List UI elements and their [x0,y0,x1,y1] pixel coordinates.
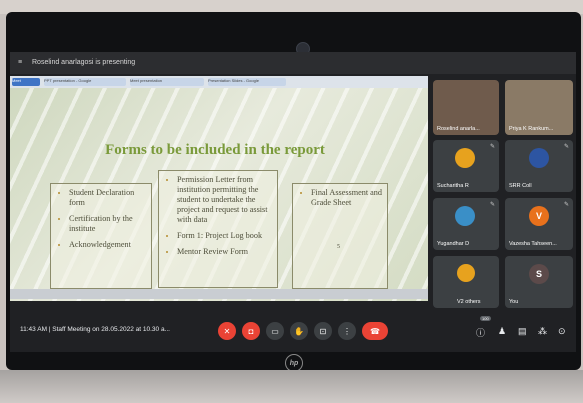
participant-name: SRR Coll [509,183,532,189]
list-item: Form 1: Project Log book [177,231,273,241]
list-item: Student Declaration form [69,188,147,208]
participant-tile[interactable]: ✎ Sucharitha R [433,140,499,192]
avatar [455,206,475,226]
participant-count-badge: 100 [480,316,491,321]
windows-taskbar [10,289,428,299]
browser-tab[interactable]: PPT presentation - Google [44,78,126,86]
meet-screen: ≡ Roselind anarlagosi is presenting Meet… [10,52,576,352]
forms-box-2: Permission Letter from institution permi… [158,170,278,288]
browser-tab[interactable]: Presentation Slides - Google [208,78,286,86]
browser-tab[interactable]: Meet presentation [130,78,204,86]
pin-icon[interactable]: ✎ [490,143,495,150]
meeting-controls: 11:43 AM | Staff Meeting on 28.05.2022 a… [10,312,576,352]
pin-icon[interactable]: ✎ [490,201,495,208]
participant-tile[interactable]: ✎ SRR Coll [505,140,573,192]
slide: Forms to be included in the report Stude… [10,88,428,301]
forms-box-3: Final Assessment and Grade Sheet 5 [292,183,388,289]
participant-name: Yugandhar D [437,241,470,247]
avatar: S [529,264,549,284]
chat-icon[interactable]: ▤ [518,326,527,337]
participant-name: Sucharitha R [437,183,469,189]
present-icon: ≡ [18,59,23,66]
avatar [529,148,549,168]
list-item: Mentor Review Form [177,247,273,257]
participant-tile[interactable]: Roselind anarla... [433,80,499,135]
end-call-button[interactable]: ☎ [362,322,388,340]
avatar: V [529,206,549,226]
participant-name: Priya K Rankum... [509,126,554,132]
participant-tile[interactable]: V ✎ Vazesha Tahseen... [505,198,573,250]
avatar [457,264,475,282]
present-button[interactable]: ⊡ [314,322,332,340]
browser-tab[interactable]: Meet [12,78,40,86]
list-item: Final Assessment and Grade Sheet [311,188,383,208]
forms-box-1: Student Declaration form Certification b… [50,183,152,289]
more-options-button[interactable]: ⋮ [338,322,356,340]
box-number: 5 [337,244,340,250]
participant-tile[interactable]: S You [505,256,573,308]
avatar [455,148,475,168]
activities-icon[interactable]: ⁂ [538,326,547,337]
presenting-text: Roselind anarlagosi is presenting [32,59,136,66]
meeting-time-title: 11:43 AM | Staff Meeting on 28.05.2022 a… [20,326,170,333]
list-item: Acknowledgement [69,240,147,250]
pin-icon[interactable]: ✎ [564,201,569,208]
browser-tab-strip: Meet PPT presentation - Google Meet pres… [10,76,428,88]
list-item: Permission Letter from institution permi… [177,175,273,225]
participant-name: Roselind anarla... [437,126,480,132]
camera-off-button[interactable]: ◘ [242,322,260,340]
host-controls-icon[interactable]: ⊙ [558,326,566,337]
info-icon[interactable]: ⓘ [476,326,485,339]
shared-presentation[interactable]: Meet PPT presentation - Google Meet pres… [10,76,428,301]
participant-tile[interactable]: V2 others [433,256,499,308]
pin-icon[interactable]: ✎ [564,143,569,150]
participant-name: Vazesha Tahseen... [509,241,557,247]
laptop-base [0,370,583,403]
participant-tile[interactable]: Priya K Rankum... [505,80,573,135]
list-item: Certification by the institute [69,214,147,234]
participant-name: V2 others [457,299,481,305]
slide-title: Forms to be included in the report [105,142,325,158]
presenting-banner: ≡ Roselind anarlagosi is presenting [10,52,576,74]
people-icon[interactable]: ♟ [498,326,506,337]
captions-button[interactable]: ▭ [266,322,284,340]
participant-name: You [509,299,519,305]
participant-tile[interactable]: ✎ Yugandhar D [433,198,499,250]
raise-hand-button[interactable]: ✋ [290,322,308,340]
mic-off-button[interactable]: ✕ [218,322,236,340]
